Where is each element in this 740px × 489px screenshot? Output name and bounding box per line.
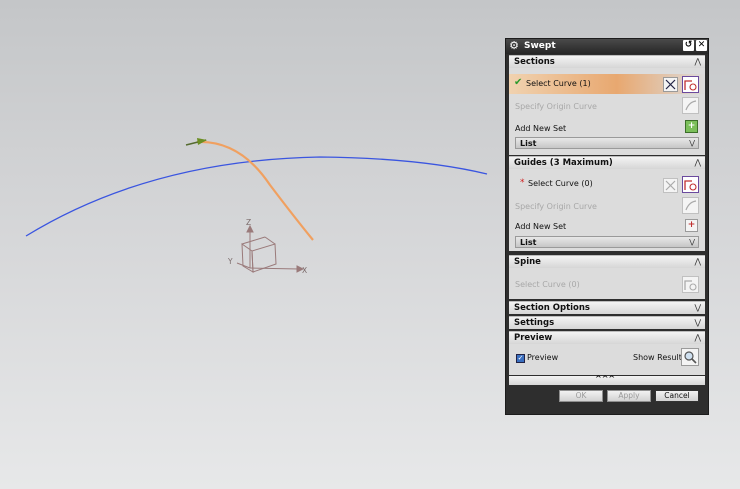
guides-add-new-set-label: Add New Set: [515, 222, 567, 231]
preview-checkbox[interactable]: ✓: [516, 354, 525, 363]
curve-direction-arrow: [185, 138, 207, 146]
sections-specify-origin-label: Specify Origin Curve: [515, 102, 597, 111]
guides-list-dropdown[interactable]: List ⋁: [515, 236, 699, 248]
add-new-set-icon[interactable]: +: [685, 120, 698, 133]
spine-select-curve-label: Select Curve (0): [515, 280, 580, 289]
preview-header[interactable]: Preview ⋀: [509, 331, 705, 344]
dialog-title: Swept: [524, 41, 556, 51]
double-chevron-up-icon: ^^^: [595, 374, 616, 383]
chevron-down-icon: ⋁: [689, 238, 695, 246]
guides-list-label: List: [520, 238, 537, 247]
spine-header-label: Spine: [514, 257, 541, 267]
preview-row: ✓ Preview Show Result: [509, 348, 705, 368]
sections-list-dropdown[interactable]: List ⋁: [515, 137, 699, 149]
spine-select-curve-row[interactable]: Select Curve (0): [509, 275, 705, 295]
guides-specify-origin-label: Specify Origin Curve: [515, 202, 597, 211]
apply-button[interactable]: Apply: [607, 390, 651, 402]
ok-button[interactable]: OK: [559, 390, 603, 402]
guides-specify-origin-row: Specify Origin Curve: [509, 197, 705, 217]
sections-header[interactable]: Sections ⋀: [509, 55, 705, 68]
preview-checkbox-label: Preview: [527, 353, 559, 362]
settings-header-label: Settings: [514, 318, 555, 328]
reverse-direction-icon[interactable]: [663, 178, 678, 193]
graphics-viewport[interactable]: Z Y X: [0, 0, 500, 489]
reset-icon[interactable]: ↺: [683, 40, 694, 51]
chevron-down-icon: ⋁: [689, 139, 695, 147]
swept-dialog: ⚙ Swept ↺ ✕ Sections ⋀ ✔ Select Curve (1…: [505, 38, 709, 415]
curve-select-icon[interactable]: [682, 276, 699, 293]
add-new-set-icon[interactable]: +: [685, 219, 698, 232]
collapse-icon: ⋀: [694, 333, 701, 342]
triad-y-label: Y: [227, 257, 233, 266]
guides-header[interactable]: Guides (3 Maximum) ⋀: [509, 156, 705, 169]
curve-select-icon[interactable]: [682, 76, 699, 93]
reverse-direction-icon[interactable]: [663, 77, 678, 92]
guides-header-label: Guides (3 Maximum): [514, 158, 613, 168]
sections-add-new-set-label: Add New Set: [515, 124, 567, 133]
show-result-button[interactable]: [681, 348, 699, 366]
triad-z-label: Z: [246, 218, 251, 227]
sections-add-new-set-row: Add New Set: [509, 119, 705, 139]
origin-curve-icon[interactable]: [682, 197, 699, 214]
expand-icon: ⋁: [694, 303, 701, 312]
sections-list-label: List: [520, 139, 537, 148]
magnifier-icon: [684, 351, 697, 364]
section-options-header-label: Section Options: [514, 303, 590, 313]
show-result-label: Show Result: [633, 353, 682, 362]
close-icon[interactable]: ✕: [696, 40, 707, 51]
sections-header-label: Sections: [514, 57, 555, 67]
expand-icon: ⋁: [694, 318, 701, 327]
cancel-button[interactable]: Cancel: [655, 390, 699, 402]
section-options-header[interactable]: Section Options ⋁: [509, 301, 705, 314]
required-asterisk: *: [520, 178, 525, 188]
dialog-titlebar[interactable]: ⚙ Swept ↺ ✕: [506, 39, 708, 54]
origin-curve-icon[interactable]: [682, 97, 699, 114]
spine-header[interactable]: Spine ⋀: [509, 255, 705, 268]
preview-header-label: Preview: [514, 333, 553, 343]
sections-select-curve-label: Select Curve (1): [526, 79, 591, 88]
triad-x-label: X: [302, 266, 307, 275]
wcs-triad: [236, 224, 305, 273]
collapse-icon: ⋀: [694, 158, 701, 167]
guides-select-curve-label: Select Curve (0): [528, 179, 593, 188]
guides-add-new-set-row: Add New Set: [509, 217, 705, 237]
settings-header[interactable]: Settings ⋁: [509, 316, 705, 329]
orange-section-curve[interactable]: [196, 140, 314, 241]
gear-icon[interactable]: ⚙: [508, 40, 520, 52]
curve-select-icon[interactable]: [682, 176, 699, 193]
collapse-all-bar[interactable]: ^^^: [509, 374, 705, 385]
collapse-icon: ⋀: [694, 257, 701, 266]
collapse-icon: ⋀: [694, 57, 701, 66]
sections-specify-origin-row: Specify Origin Curve: [509, 97, 705, 117]
check-icon: ✔: [514, 77, 523, 88]
